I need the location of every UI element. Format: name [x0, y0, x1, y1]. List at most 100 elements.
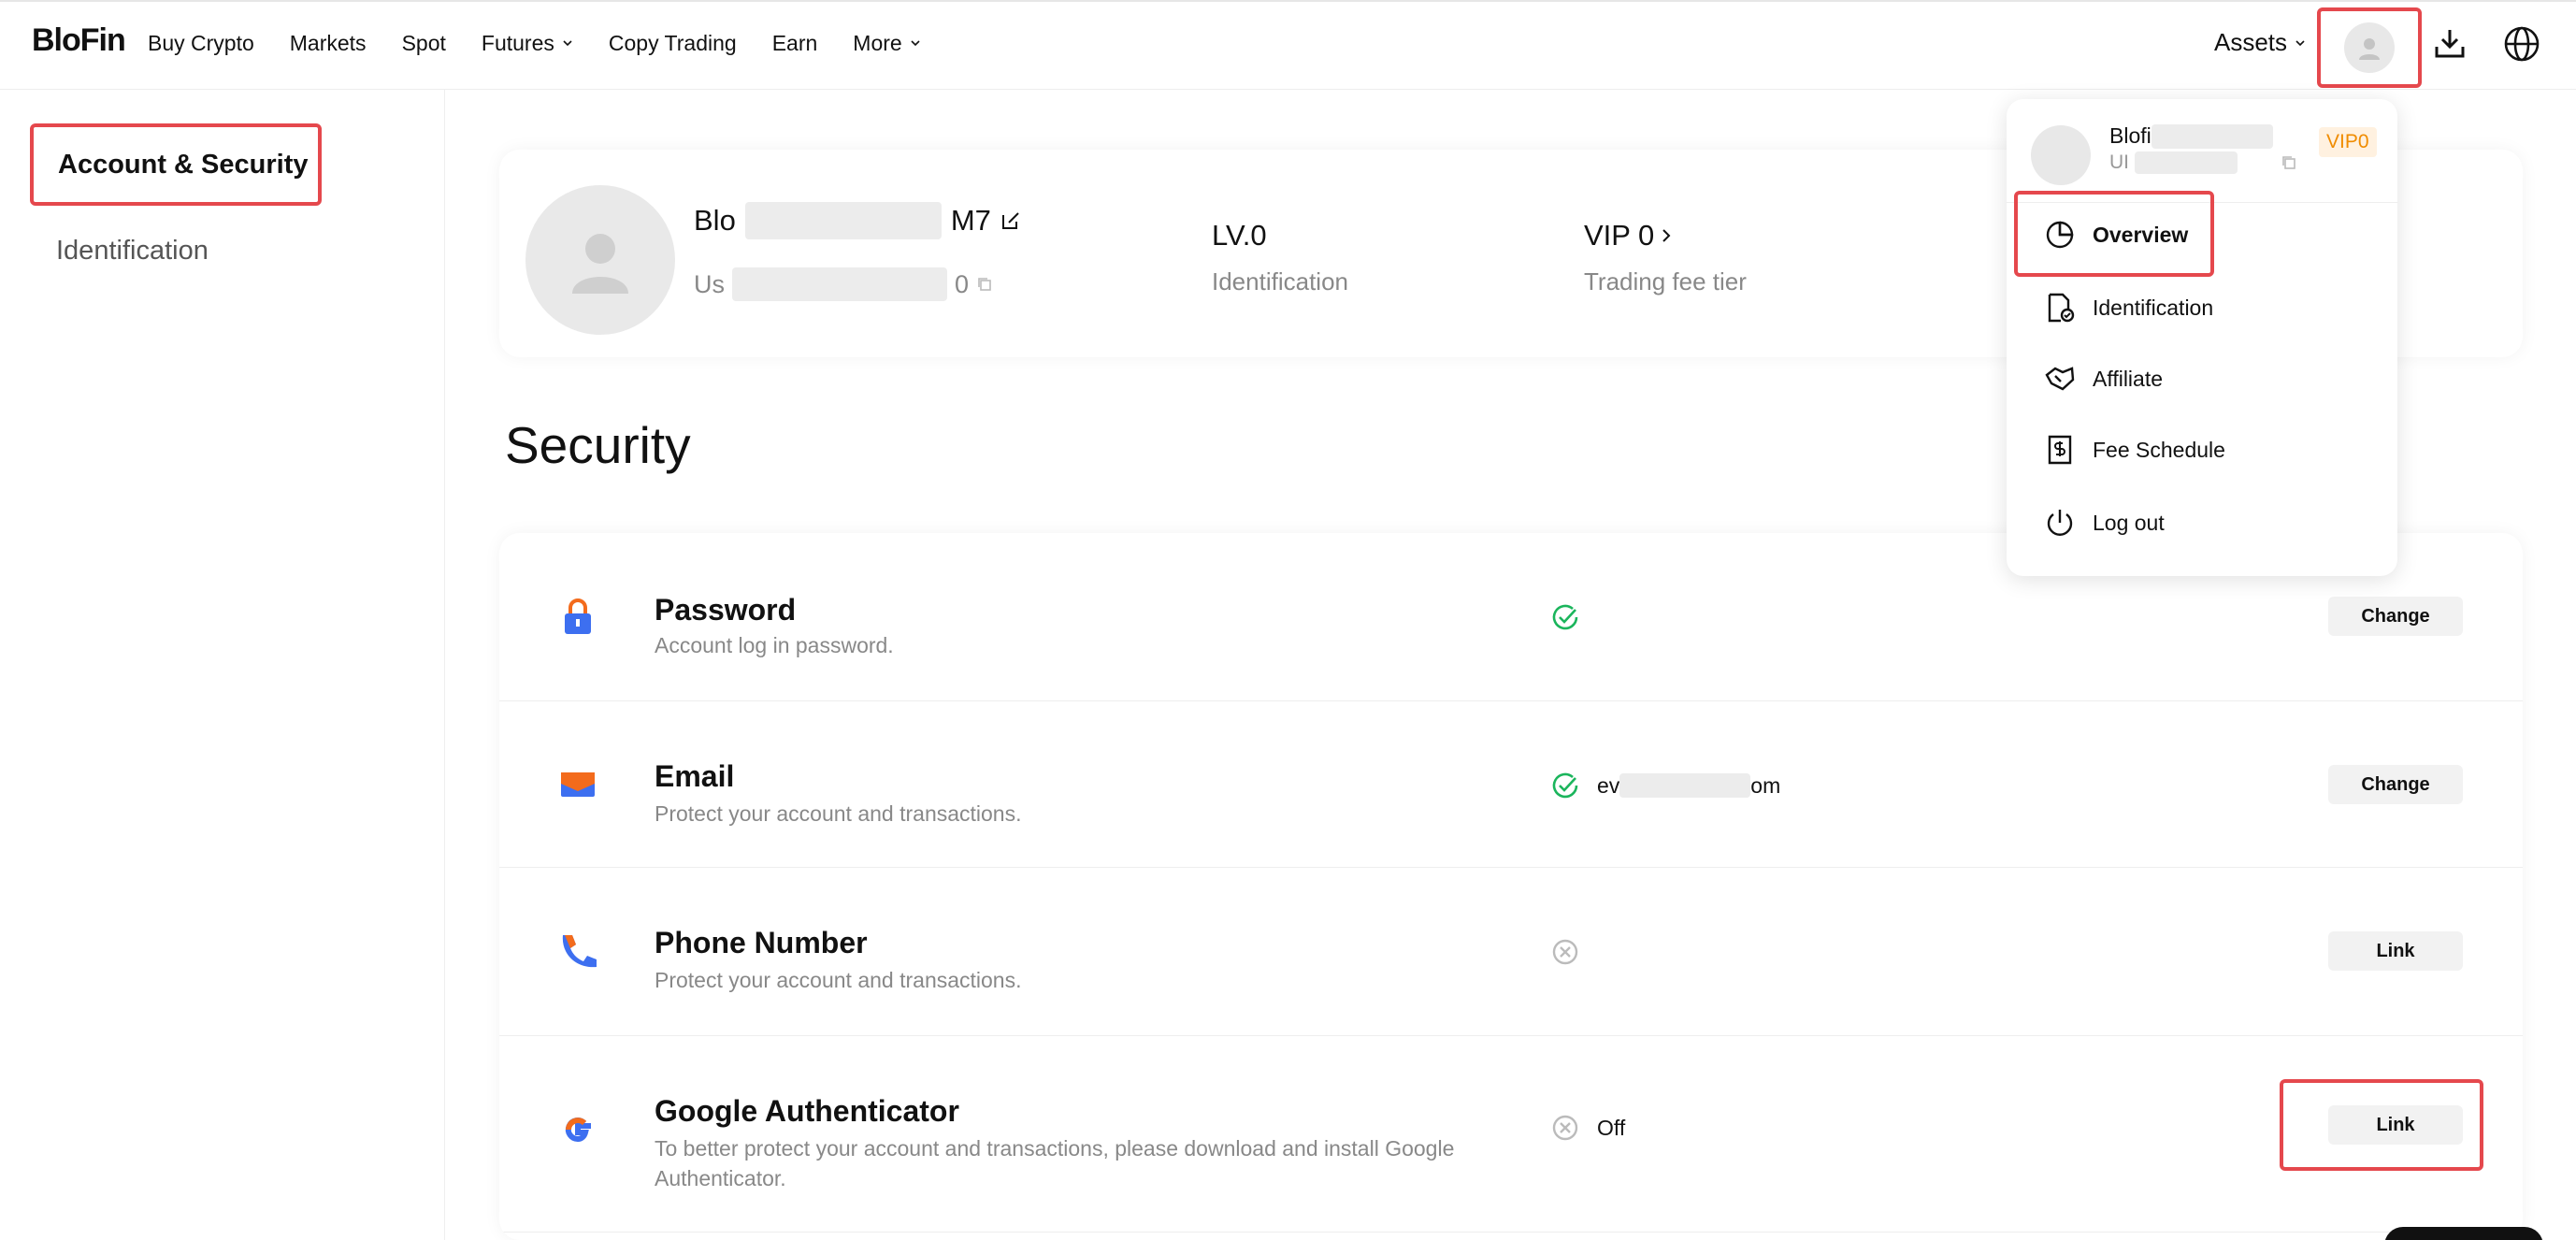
floating-support-button[interactable] — [2384, 1227, 2543, 1240]
profile-name: Blo M7 — [694, 202, 1021, 239]
profile-uid-start: Us — [694, 269, 725, 298]
avatar — [2031, 125, 2091, 185]
row-description: Account log in password. — [655, 633, 894, 657]
sidebar-item-identification[interactable]: Identification — [56, 236, 209, 267]
menu-item-label: Fee Schedule — [2093, 437, 2225, 462]
security-row-email: Email Protect your account and transacti… — [499, 701, 2523, 868]
nav-markets[interactable]: Markets — [290, 31, 367, 56]
dropdown-name-start: Blofi — [2109, 123, 2151, 148]
check-circle-icon — [1552, 772, 1578, 799]
sidebar-item-account-security[interactable]: Account & Security — [30, 123, 322, 206]
phone-icon — [562, 935, 597, 968]
globe-icon[interactable] — [2502, 24, 2541, 64]
sidebar: Account & Security Identification — [0, 90, 445, 1240]
copy-icon[interactable] — [976, 276, 993, 293]
change-email-button[interactable]: Change — [2328, 765, 2463, 804]
lock-icon — [565, 598, 591, 634]
pie-chart-icon — [2046, 221, 2074, 249]
redacted-block — [1619, 773, 1751, 798]
level-label: Identification — [1212, 267, 1348, 296]
dropdown-user-uid: UI — [2109, 151, 2297, 174]
user-silhouette-icon — [2359, 38, 2380, 60]
vip-link[interactable]: VIP 0 — [1584, 219, 1673, 252]
row-status: ev om — [1550, 771, 1780, 800]
nav-spot[interactable]: Spot — [402, 31, 446, 56]
nav-label: Earn — [771, 30, 818, 55]
user-silhouette-icon — [572, 234, 628, 294]
row-description: Protect your account and transactions. — [655, 968, 1022, 992]
nav-buy-crypto[interactable]: Buy Crypto — [148, 31, 254, 56]
change-password-button[interactable]: Change — [2328, 597, 2463, 636]
vip-value: VIP 0 — [1584, 219, 1655, 252]
dropdown-user-name: Blofi — [2109, 123, 2273, 149]
row-title: Email — [655, 759, 735, 793]
redacted-block — [744, 202, 942, 239]
menu-item-identification[interactable]: Identification — [2044, 292, 2213, 324]
nav-earn[interactable]: Earn — [772, 31, 818, 56]
link-phone-button[interactable]: Link — [2328, 931, 2463, 971]
row-title: Phone Number — [655, 926, 868, 959]
section-title-security: Security — [505, 416, 691, 474]
menu-item-overview[interactable]: Overview — [2044, 219, 2188, 251]
menu-item-fee-schedule[interactable]: Fee Schedule — [2044, 434, 2225, 466]
row-status — [1550, 602, 1580, 632]
menu-item-affiliate[interactable]: Affiliate — [2044, 363, 2163, 395]
nav-futures[interactable]: Futures — [482, 31, 573, 56]
menu-item-label: Affiliate — [2093, 366, 2164, 391]
download-icon[interactable] — [2431, 24, 2468, 62]
power-icon — [2047, 510, 2073, 536]
menu-item-label: Overview — [2093, 222, 2189, 247]
nav-copy-trading[interactable]: Copy Trading — [609, 31, 737, 56]
handshake-icon — [2045, 367, 2075, 391]
menu-item-label: Log out — [2093, 510, 2165, 535]
row-title: Password — [655, 593, 797, 627]
x-circle-icon — [1552, 1115, 1578, 1141]
chevron-down-icon — [2295, 39, 2305, 46]
nav-label: Spot — [401, 30, 446, 55]
row-title: Google Authenticator — [655, 1094, 959, 1128]
top-navbar: BloFin Buy Crypto Markets Spot Futures C… — [0, 0, 2576, 90]
nav-label: Buy Crypto — [148, 30, 254, 55]
status-text: Off — [1597, 1115, 1626, 1140]
row-status — [1550, 937, 1580, 967]
google-icon — [565, 1117, 591, 1143]
security-list: Password Account log in password. Change… — [499, 533, 2523, 1240]
user-avatar-button[interactable] — [2317, 7, 2422, 88]
chevron-down-icon — [563, 40, 572, 47]
chevron-down-icon — [911, 40, 920, 47]
user-dropdown-menu: Blofi UI VIP0 Overview Identification Af… — [2007, 99, 2397, 576]
profile-name-start: Blo — [694, 204, 736, 237]
vip-badge: VIP0 — [2319, 127, 2377, 157]
nav-label: Futures — [481, 30, 554, 55]
dropdown-uid-start: UI — [2109, 151, 2129, 173]
assets-label: Assets — [2214, 28, 2288, 56]
row-description: Protect your account and transactions. — [655, 801, 1022, 826]
profile-avatar — [525, 185, 675, 335]
profile-uid-end: 0 — [955, 269, 970, 298]
security-row-phone: Phone Number Protect your account and tr… — [499, 868, 2523, 1036]
security-row-google-authenticator: Google Authenticator To better protect y… — [499, 1036, 2523, 1233]
avatar — [2344, 22, 2395, 73]
check-circle-icon — [1552, 604, 1578, 630]
row-description: To better protect your account and trans… — [655, 1136, 1455, 1190]
vip-label: Trading fee tier — [1584, 267, 1747, 296]
edit-icon[interactable] — [1000, 210, 1021, 231]
link-google-authenticator-button[interactable]: Link — [2328, 1105, 2463, 1145]
redacted-block — [2151, 123, 2273, 149]
envelope-icon — [561, 772, 595, 797]
email-start: ev — [1597, 772, 1620, 798]
profile-uid: Us 0 — [694, 267, 993, 301]
fee-receipt-icon — [2048, 435, 2072, 465]
assets-menu[interactable]: Assets — [2214, 28, 2306, 57]
nav-label: Copy Trading — [608, 30, 737, 55]
profile-name-end: M7 — [950, 204, 991, 237]
nav-more[interactable]: More — [853, 31, 920, 56]
copy-icon[interactable] — [2281, 154, 2297, 171]
menu-item-log-out[interactable]: Log out — [2044, 507, 2165, 539]
id-document-icon — [2048, 293, 2075, 323]
blofin-logo[interactable]: BloFin — [32, 22, 126, 59]
redacted-block — [732, 267, 947, 301]
email-end: om — [1750, 772, 1781, 798]
row-status: Off — [1550, 1113, 1625, 1143]
level-value: LV.0 — [1212, 219, 1267, 252]
